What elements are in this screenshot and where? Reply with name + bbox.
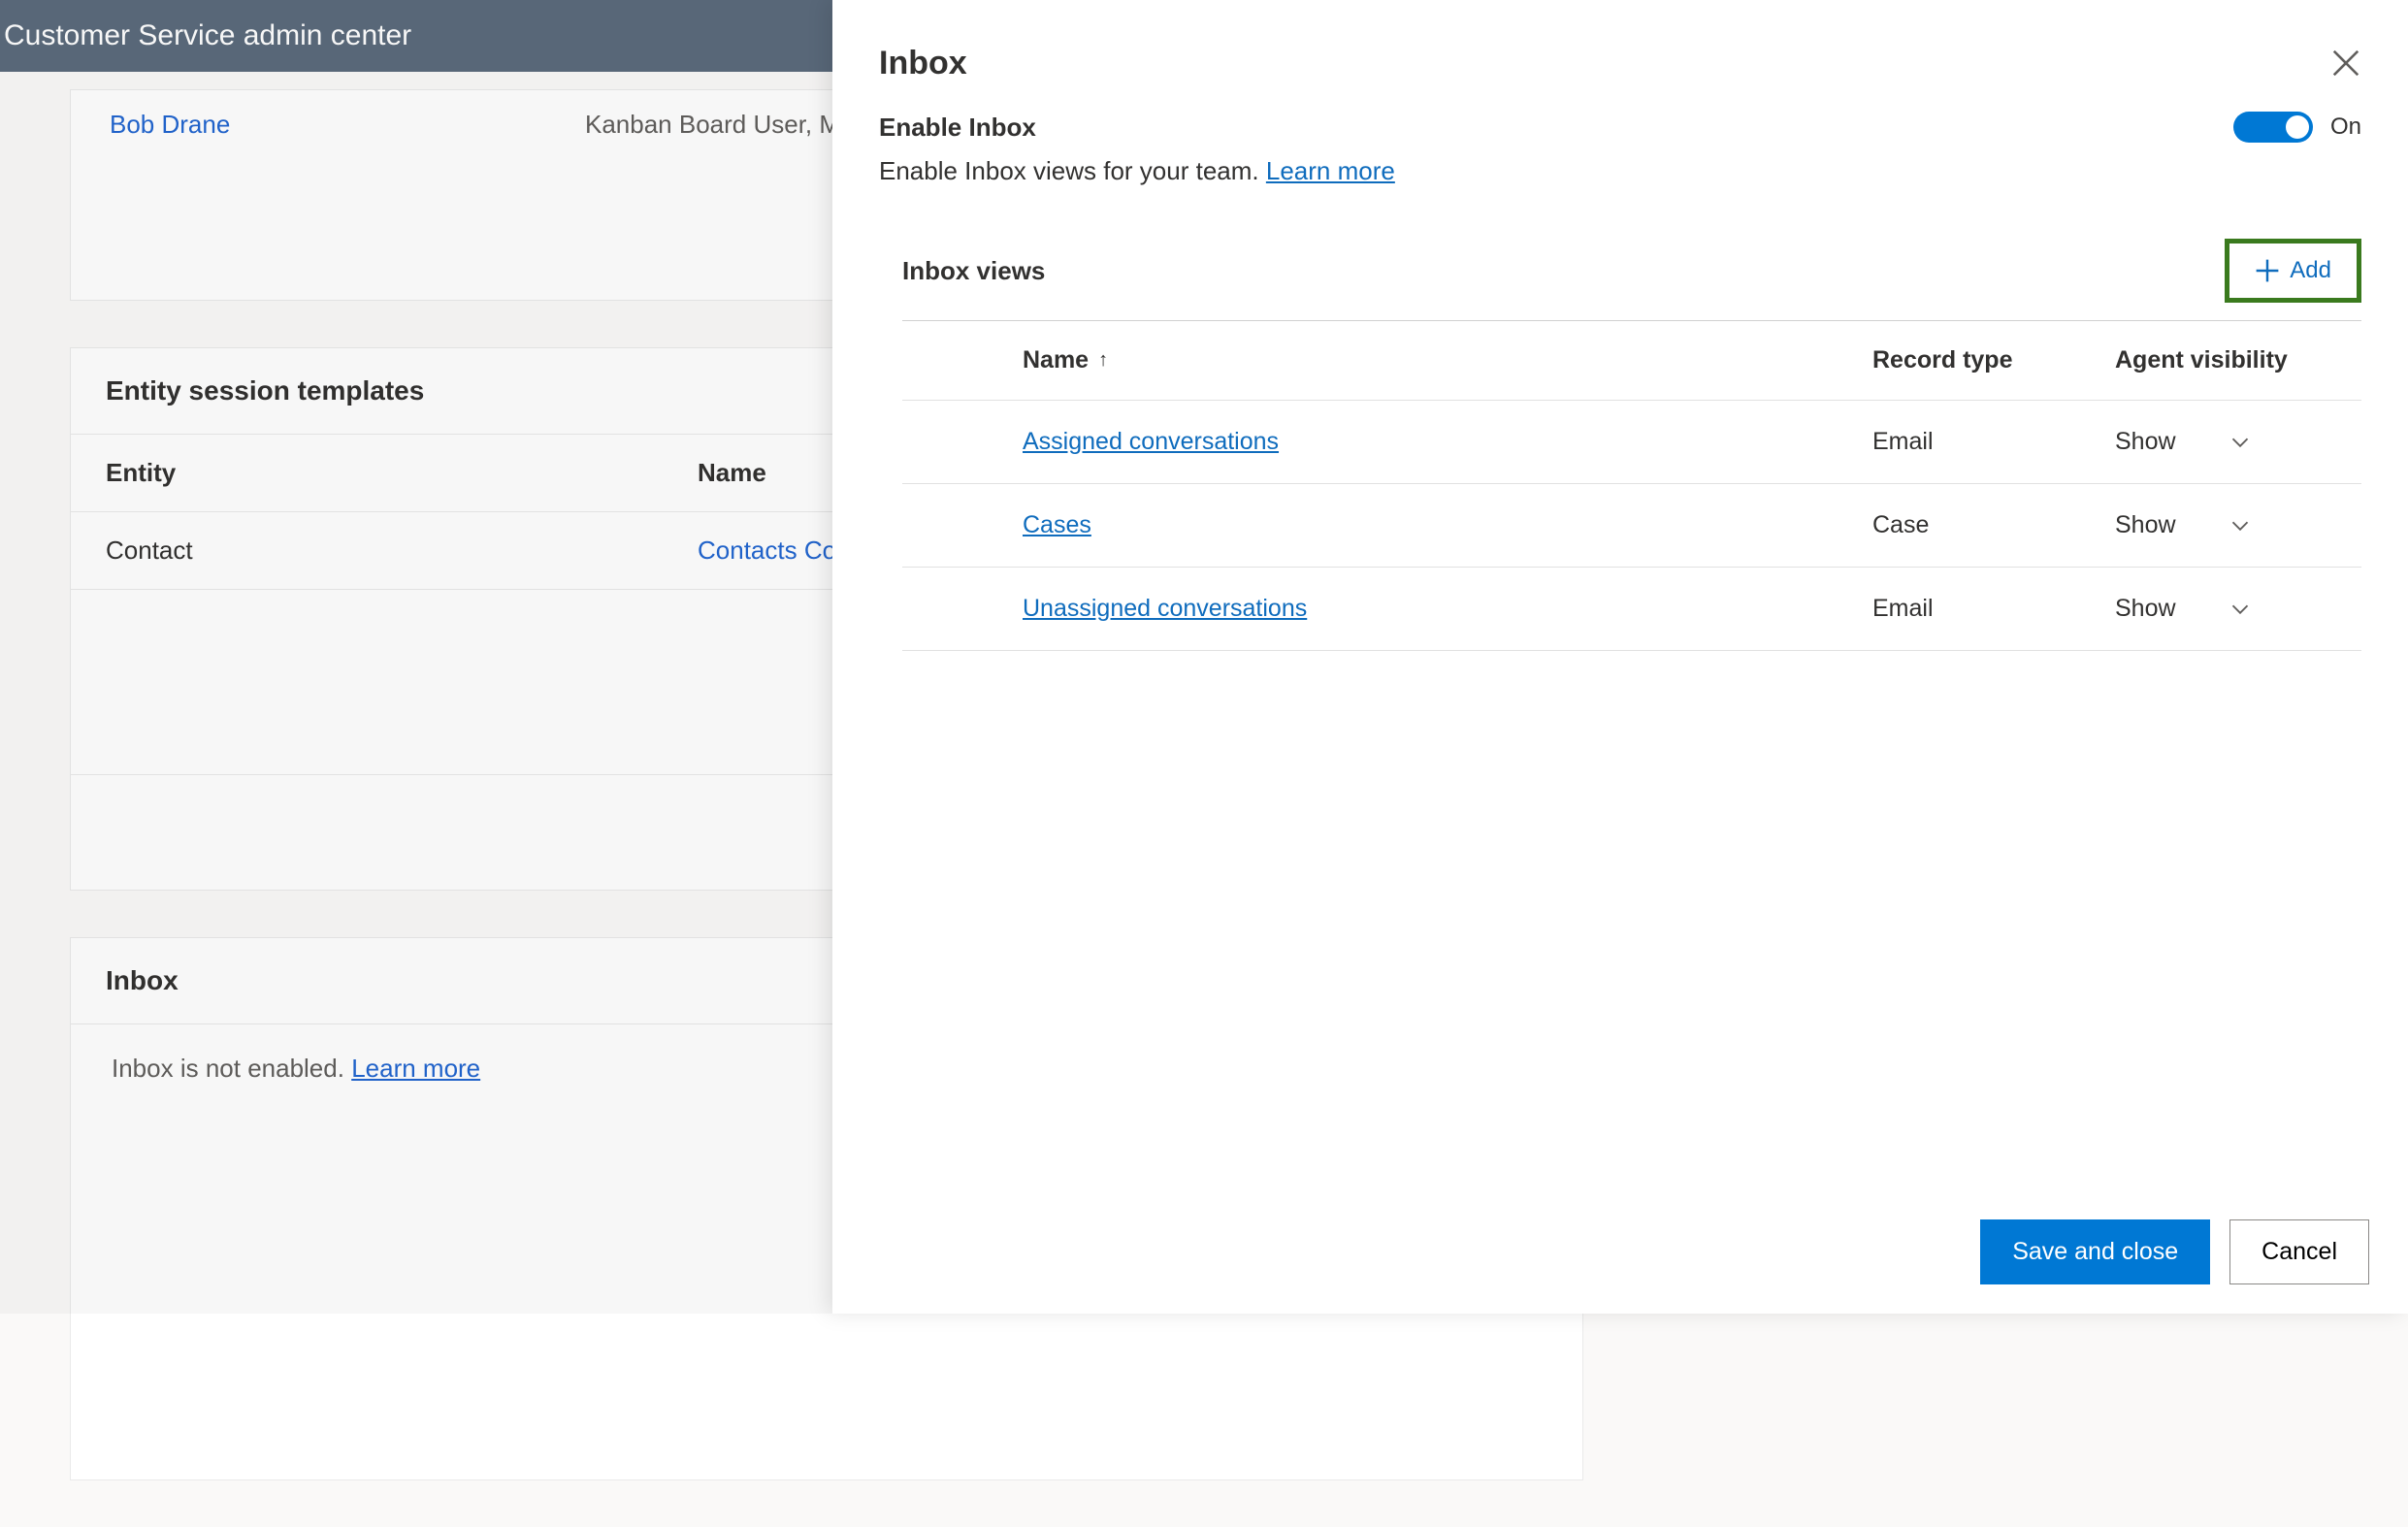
visibility-value: Show <box>2115 595 2176 623</box>
panel-header: Inbox <box>832 0 2408 102</box>
toggle-wrap: On <box>2233 112 2361 143</box>
row-visibility-cell[interactable]: Show <box>2115 511 2361 539</box>
view-name-link[interactable]: Cases <box>1023 511 1091 538</box>
save-and-close-button[interactable]: Save and close <box>1980 1219 2210 1284</box>
plus-icon <box>2255 258 2280 283</box>
col-visibility-header[interactable]: Agent visibility <box>2115 346 2361 374</box>
chevron-down-icon <box>2230 516 2250 536</box>
view-name-link[interactable]: Unassigned conversations <box>1023 595 1307 622</box>
table-row[interactable]: Unassigned conversations Email Show <box>902 568 2361 651</box>
row-record-cell: Case <box>1872 511 2115 539</box>
close-button[interactable] <box>2332 49 2361 79</box>
close-icon <box>2332 49 2359 77</box>
toggle-knob <box>2286 115 2309 139</box>
enable-desc-text: Enable Inbox views for your team. <box>879 156 1266 185</box>
panel-title: Inbox <box>879 45 2332 82</box>
enable-inbox-row: Enable Inbox On <box>879 112 2361 143</box>
inbox-views-header: Inbox views Add <box>902 239 2361 321</box>
enable-inbox-toggle[interactable] <box>2233 112 2313 143</box>
visibility-value: Show <box>2115 511 2176 539</box>
add-button-label: Add <box>2290 257 2331 284</box>
view-name-link[interactable]: Assigned conversations <box>1023 428 1279 455</box>
col-name-label: Name <box>1023 346 1089 374</box>
col-name-header[interactable]: Name ↑ <box>902 346 1872 374</box>
table-row[interactable]: Cases Case Show <box>902 484 2361 568</box>
row-name-cell: Unassigned conversations <box>902 595 1872 623</box>
views-table-header: Name ↑ Record type Agent visibility <box>902 321 2361 401</box>
row-name-cell: Assigned conversations <box>902 428 1872 456</box>
panel-subheader: Enable Inbox On Enable Inbox views for y… <box>832 102 2408 186</box>
chevron-down-icon <box>2230 433 2250 452</box>
row-visibility-cell[interactable]: Show <box>2115 428 2361 456</box>
row-record-cell: Email <box>1872 595 2115 623</box>
row-visibility-cell[interactable]: Show <box>2115 595 2361 623</box>
panel-footer: Save and close Cancel <box>1980 1219 2369 1284</box>
inbox-panel: Inbox Enable Inbox On Enable Inbox views… <box>832 0 2408 1314</box>
enable-inbox-label: Enable Inbox <box>879 113 2233 143</box>
toggle-state-label: On <box>2330 114 2361 141</box>
row-record-cell: Email <box>1872 428 2115 456</box>
inbox-views-section: Inbox views Add Name ↑ Record type Agent… <box>832 186 2408 651</box>
enable-inbox-description: Enable Inbox views for your team. Learn … <box>879 156 2361 186</box>
table-row[interactable]: Assigned conversations Email Show <box>902 401 2361 484</box>
visibility-value: Show <box>2115 428 2176 456</box>
row-name-cell: Cases <box>902 511 1872 539</box>
inbox-views-title: Inbox views <box>902 256 2225 286</box>
col-record-header[interactable]: Record type <box>1872 346 2115 374</box>
add-button[interactable]: Add <box>2225 239 2361 303</box>
cancel-button[interactable]: Cancel <box>2229 1219 2369 1284</box>
chevron-down-icon <box>2230 600 2250 619</box>
learn-more-link[interactable]: Learn more <box>1266 156 1395 185</box>
sort-ascending-icon: ↑ <box>1098 349 1108 372</box>
